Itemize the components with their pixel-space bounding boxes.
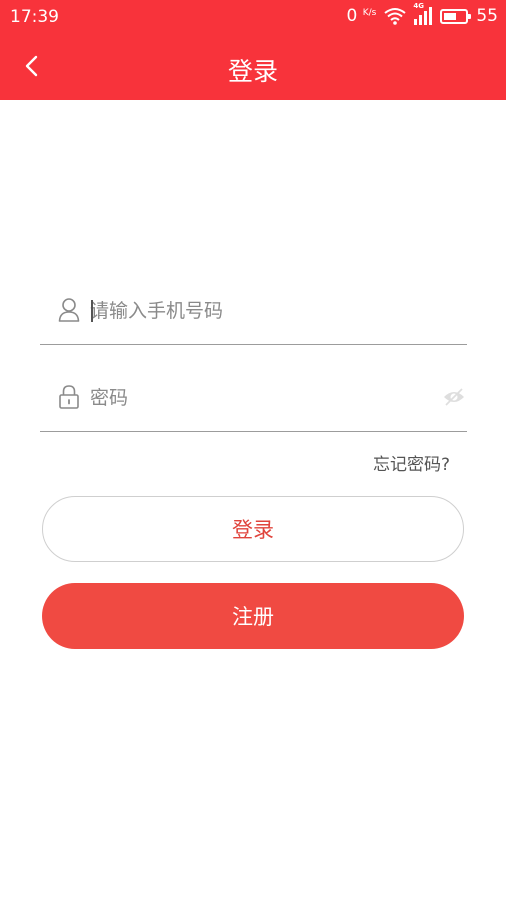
battery-level: 55	[476, 6, 498, 26]
register-button[interactable]: 注册	[42, 583, 464, 649]
status-bar: 17:39 0 K/s 4G 55	[0, 0, 506, 36]
net-speed-value: 0	[346, 6, 358, 26]
login-button[interactable]: 登录	[42, 496, 464, 562]
net-speed: 0 K/s	[347, 6, 377, 26]
battery-icon	[440, 8, 472, 24]
phone-field	[40, 285, 467, 345]
forgot-password-link[interactable]: 忘记密码?	[373, 450, 450, 475]
password-input[interactable]	[90, 380, 430, 416]
nav-bar: 登录	[0, 36, 506, 100]
lock-icon	[59, 385, 79, 409]
password-field	[40, 372, 467, 432]
header: 17:39 0 K/s 4G 55 登录	[0, 0, 506, 100]
status-time: 17:39	[10, 7, 59, 27]
status-icons: 0 K/s 4G 55	[347, 2, 499, 26]
text-caret	[91, 300, 93, 322]
signal-icon: 4G	[413, 2, 433, 25]
phone-input[interactable]	[90, 293, 430, 329]
user-icon	[58, 298, 80, 322]
network-type: 4G	[413, 2, 424, 10]
net-speed-unit: K/s	[362, 8, 377, 18]
page-title: 登录	[227, 57, 278, 86]
wifi-icon	[384, 8, 406, 25]
eye-icon[interactable]	[443, 386, 465, 408]
